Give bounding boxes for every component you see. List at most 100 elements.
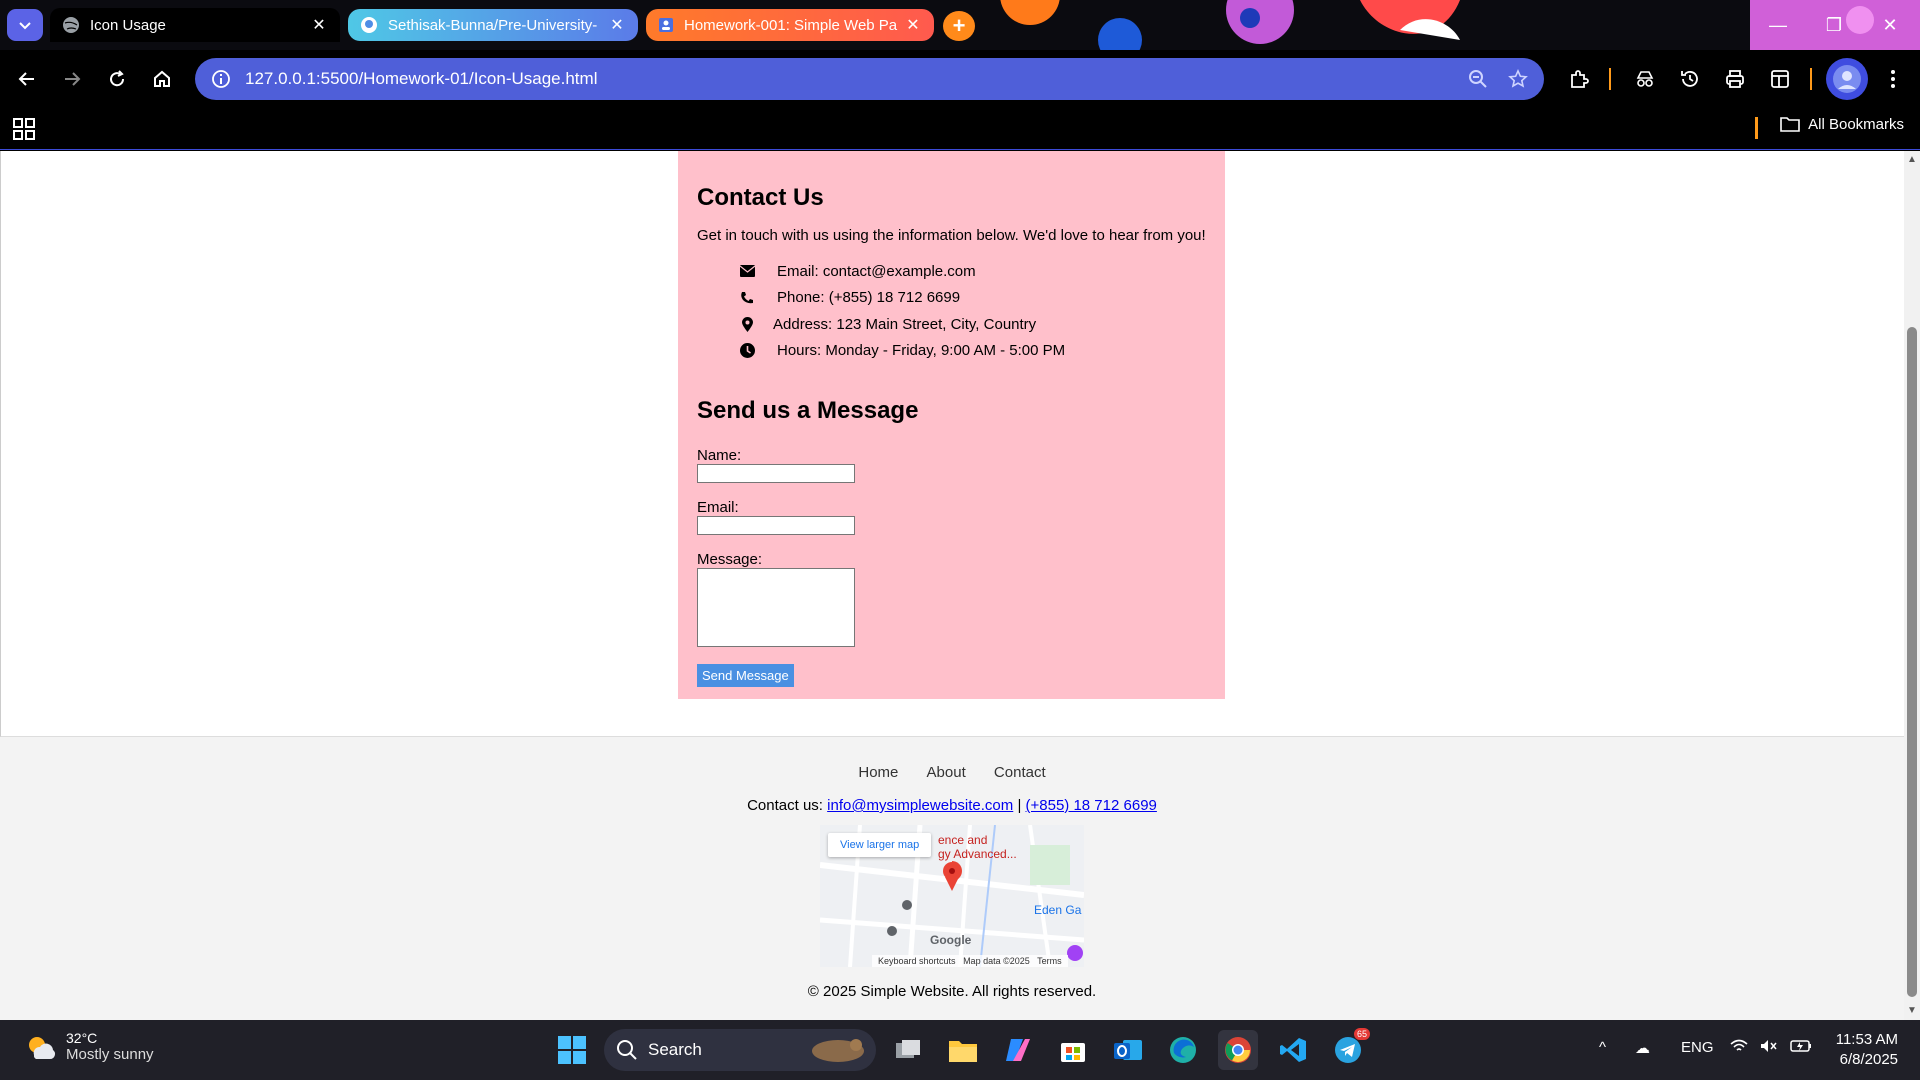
- task-view-button[interactable]: [888, 1030, 928, 1070]
- message-form: Name: Email: Message: Send Message: [697, 447, 1206, 687]
- email-input[interactable]: [697, 516, 855, 535]
- clock-icon: [739, 343, 755, 359]
- scroll-up-icon[interactable]: ▲: [1907, 155, 1917, 165]
- contact-info-list: Email: contact@example.com Phone: (+855)…: [739, 258, 1206, 364]
- onedrive-icon[interactable]: ☁: [1635, 1039, 1650, 1057]
- edge-button[interactable]: [1163, 1030, 1203, 1070]
- globe-icon: [63, 17, 79, 33]
- contact-email-text: Email: contact@example.com: [777, 262, 976, 280]
- copilot-button[interactable]: [998, 1030, 1038, 1070]
- bookmark-star-icon[interactable]: [1498, 59, 1538, 99]
- taskbar-search[interactable]: Search: [604, 1029, 876, 1071]
- footer-nav-about[interactable]: About: [927, 764, 966, 781]
- footer-contact: Contact us: info@mysimplewebsite.com | (…: [0, 797, 1904, 814]
- more-menu-button[interactable]: [1876, 62, 1910, 96]
- tray-expand-icon[interactable]: ^: [1599, 1039, 1606, 1056]
- browser-toolbar: 127.0.0.1:5500/Homework-01/Icon-Usage.ht…: [0, 50, 1920, 107]
- print-button[interactable]: [1718, 62, 1752, 96]
- message-textarea[interactable]: [697, 568, 855, 647]
- forward-button[interactable]: [55, 62, 89, 96]
- scroll-thumb[interactable]: [1907, 327, 1917, 997]
- reload-button[interactable]: [100, 62, 134, 96]
- back-button[interactable]: [10, 62, 44, 96]
- start-button[interactable]: [552, 1030, 592, 1070]
- map-footer: Keyboard shortcuts Map data ©2025 Terms: [872, 955, 1068, 967]
- tab-icon-usage[interactable]: Icon Usage ✕: [50, 8, 340, 42]
- page-viewport: Contact Us Get in touch with us using th…: [0, 151, 1904, 1020]
- close-icon[interactable]: ✕: [608, 16, 626, 34]
- system-clock[interactable]: 11:53 AM 6/8/2025: [1836, 1030, 1898, 1070]
- zoom-icon[interactable]: [1458, 59, 1498, 99]
- contact-card: Contact Us Get in touch with us using th…: [678, 151, 1225, 699]
- contact-page-icon: [659, 18, 673, 32]
- google-logo: Google: [930, 933, 972, 947]
- contact-hours-text: Hours: Monday - Friday, 9:00 AM - 5:00 P…: [777, 342, 1066, 360]
- outlook-icon: [1114, 1040, 1142, 1060]
- volume-muted-icon[interactable]: [1760, 1039, 1778, 1057]
- history-button[interactable]: [1673, 62, 1707, 96]
- footer-nav-home[interactable]: Home: [858, 764, 898, 781]
- windows-logo-icon: [558, 1036, 586, 1064]
- footer-nav-contact[interactable]: Contact: [994, 764, 1046, 781]
- url-text[interactable]: 127.0.0.1:5500/Homework-01/Icon-Usage.ht…: [245, 69, 1458, 89]
- page-content: Contact Us Get in touch with us using th…: [0, 151, 1904, 737]
- view-larger-map-link[interactable]: View larger map: [828, 833, 932, 857]
- tab-github[interactable]: Sethisak-Bunna/Pre-University- ✕: [348, 9, 638, 41]
- reload-icon: [110, 70, 125, 87]
- footer-email-link[interactable]: info@mysimplewebsite.com: [827, 797, 1013, 814]
- contact-phone-text: Phone: (+855) 18 712 6699: [777, 289, 961, 307]
- footer-nav: Home About Contact: [0, 764, 1904, 781]
- telegram-button[interactable]: 65: [1328, 1028, 1370, 1070]
- task-view-icon: [896, 1040, 920, 1058]
- new-tab-button[interactable]: +: [943, 11, 975, 41]
- scroll-down-icon[interactable]: ▼: [1907, 1006, 1917, 1016]
- printer-icon: [1726, 70, 1744, 88]
- file-explorer-button[interactable]: [943, 1030, 983, 1070]
- chrome-button[interactable]: [1218, 1030, 1258, 1070]
- arrow-right-icon: [65, 72, 81, 86]
- name-input[interactable]: [697, 464, 855, 483]
- kebab-menu-icon: [1891, 70, 1895, 88]
- weather-condition: Mostly sunny: [66, 1046, 154, 1063]
- contact-email-item: Email: contact@example.com: [739, 258, 1206, 285]
- send-message-button[interactable]: Send Message: [697, 664, 794, 687]
- address-bar[interactable]: 127.0.0.1:5500/Homework-01/Icon-Usage.ht…: [195, 58, 1544, 100]
- extensions-button[interactable]: [1562, 62, 1596, 96]
- map-keyboard-shortcuts[interactable]: Keyboard shortcuts: [878, 956, 956, 966]
- page-scrollbar[interactable]: ▲ ▼: [1904, 151, 1920, 1020]
- outlook-button[interactable]: [1108, 1030, 1148, 1070]
- site-info-icon[interactable]: [209, 67, 233, 91]
- all-bookmarks-label: All Bookmarks: [1808, 115, 1904, 133]
- history-icon: [1681, 71, 1698, 87]
- tab-homework[interactable]: Homework-001: Simple Web Pa ✕: [646, 9, 934, 41]
- close-icon[interactable]: ✕: [310, 16, 328, 34]
- chrome-icon: [1225, 1037, 1251, 1063]
- minimize-button[interactable]: —: [1750, 0, 1806, 50]
- vscode-button[interactable]: [1273, 1030, 1313, 1070]
- reading-mode-button[interactable]: [1763, 62, 1797, 96]
- weather-widget[interactable]: 32°C Mostly sunny: [24, 1030, 154, 1063]
- search-icon: [617, 1040, 637, 1060]
- microsoft-store-button[interactable]: [1053, 1030, 1093, 1070]
- apps-grid-icon[interactable]: [12, 117, 36, 141]
- tab-search-button[interactable]: [7, 9, 43, 41]
- map-terms-link[interactable]: Terms: [1037, 956, 1062, 966]
- close-window-button[interactable]: ✕: [1862, 0, 1918, 50]
- partly-sunny-icon: [29, 1036, 55, 1059]
- contact-intro: Get in touch with us using the informati…: [697, 227, 1206, 244]
- incognito-button[interactable]: [1628, 62, 1662, 96]
- home-button[interactable]: [145, 62, 179, 96]
- footer-phone-link[interactable]: (+855) 18 712 6699: [1026, 797, 1157, 814]
- all-bookmarks-button[interactable]: All Bookmarks: [1780, 115, 1904, 133]
- clock-time: 11:53 AM: [1835, 1031, 1898, 1048]
- close-icon[interactable]: ✕: [904, 16, 922, 34]
- wifi-icon[interactable]: [1730, 1039, 1748, 1057]
- contact-address-item: Address: 123 Main Street, City, Country: [739, 311, 1206, 338]
- embedded-map[interactable]: View larger map ence and gy Advanced... …: [820, 825, 1084, 967]
- profile-avatar[interactable]: [1826, 58, 1868, 100]
- restore-button[interactable]: ❐: [1806, 0, 1862, 50]
- browser-titlebar: Icon Usage ✕ Sethisak-Bunna/Pre-Universi…: [0, 0, 1920, 50]
- battery-icon[interactable]: [1790, 1039, 1812, 1057]
- windows-taskbar: 32°C Mostly sunny Search 65 ^ ☁ ENG 11:5…: [0, 1020, 1920, 1080]
- language-indicator[interactable]: ENG: [1681, 1039, 1714, 1056]
